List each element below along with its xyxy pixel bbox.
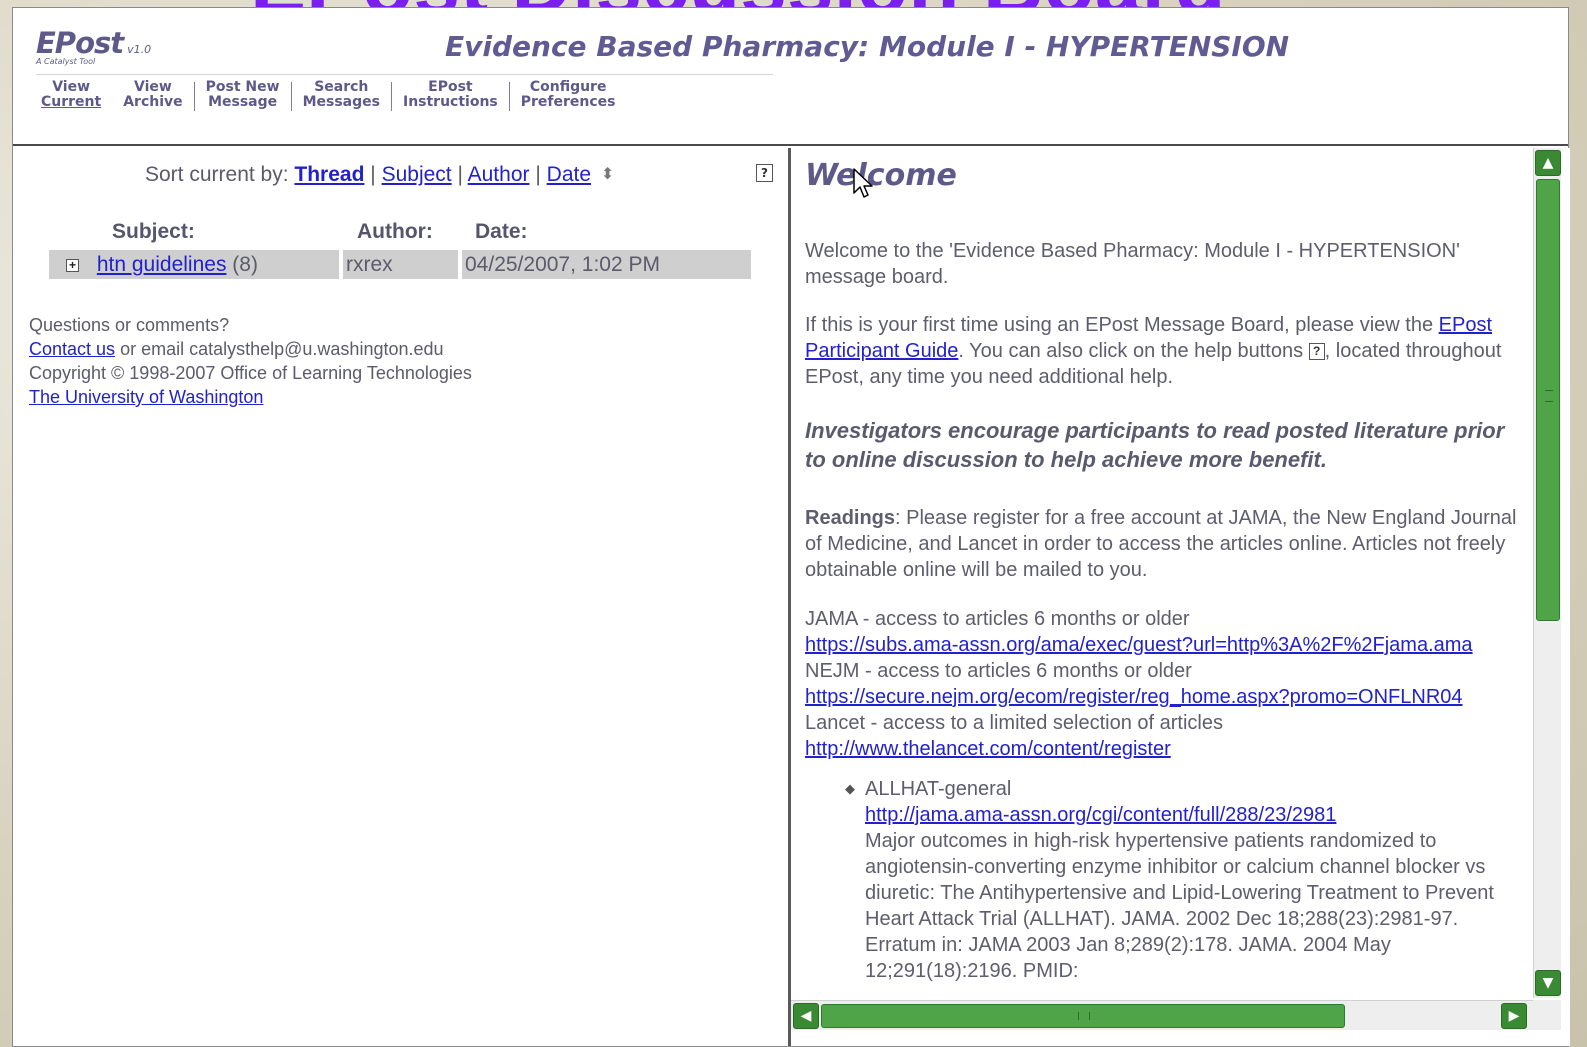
nav-label-line2: Preferences — [520, 94, 616, 110]
nav-view-current[interactable]: View Current — [30, 80, 112, 110]
contact-us-link[interactable]: Contact us — [29, 339, 115, 359]
footer-copyright: Copyright © 1998-2007 Office of Learning… — [29, 363, 472, 383]
thread-message-count: (8) — [232, 253, 258, 276]
horizontal-scrollbar[interactable]: ◀ ▶ — [791, 1000, 1533, 1030]
author-cell: rxrex — [343, 250, 458, 279]
grip-icon — [1545, 390, 1553, 402]
readings-label: Readings — [805, 507, 896, 529]
scroll-down-arrow-icon[interactable]: ▼ — [1535, 970, 1561, 996]
message-view-frame: Welcome Welcome to the 'Evidence Based P… — [791, 148, 1570, 1046]
resource-label: JAMA - access to articles 6 months or ol… — [805, 608, 1190, 630]
horizontal-scroll-thumb[interactable] — [821, 1004, 1345, 1028]
thread-list-frame: Sort current by: Thread | Subject | Auth… — [13, 148, 789, 1046]
browser-window: EPost v1.0 A Catalyst Tool Evidence Based… — [12, 7, 1570, 1047]
nav-post-new-message[interactable]: Post New Message — [195, 80, 291, 110]
nav-search-messages[interactable]: Search Messages — [292, 80, 391, 110]
university-link[interactable]: The University of Washington — [29, 387, 263, 407]
nav-label-line2: Messages — [302, 94, 380, 110]
scroll-left-arrow-icon[interactable]: ◀ — [793, 1003, 819, 1029]
column-header-author[interactable]: Author: — [357, 220, 433, 244]
help-icon[interactable]: ? — [756, 164, 773, 182]
first-time-paragraph: If this is your first time using an EPos… — [805, 312, 1531, 390]
footer-email-text: or email catalysthelp@u.washington.edu — [120, 339, 444, 359]
sort-by-thread-link[interactable]: Thread — [294, 163, 364, 186]
logo-name: EPost — [36, 26, 124, 60]
table-row: + htn guidelines (8) rxrex 04/25/2007, 1… — [49, 250, 751, 280]
header-frame: EPost v1.0 A Catalyst Tool Evidence Based… — [13, 8, 1568, 146]
logo-version: v1.0 — [127, 43, 152, 56]
first-time-text-b: . You can also click on the help buttons — [958, 340, 1304, 362]
lancet-register-link[interactable]: http://www.thelancet.com/content/registe… — [805, 738, 1171, 760]
nav-label-line2: Message — [208, 94, 278, 110]
date-cell: 04/25/2007, 1:02 PM — [462, 250, 751, 279]
nav-label-line1: Configure — [529, 79, 607, 95]
epost-logo[interactable]: EPost v1.0 A Catalyst Tool — [36, 26, 151, 66]
sort-by-author-link[interactable]: Author — [468, 163, 530, 186]
scroll-right-arrow-icon[interactable]: ▶ — [1501, 1003, 1527, 1029]
article-title: ALLHAT-general — [865, 778, 1012, 800]
nav-label-line2: Instructions — [402, 94, 498, 110]
nav-configure-preferences[interactable]: Configure Preferences — [510, 80, 627, 110]
sort-separator: | — [457, 163, 463, 186]
vertical-scrollbar[interactable]: ▲ ▼ — [1533, 148, 1561, 998]
sort-prefix: Sort current by: — [145, 163, 289, 186]
sort-order-icon[interactable]: ⬍ — [601, 164, 614, 184]
first-time-text-a: If this is your first time using an EPos… — [805, 314, 1434, 336]
article-citation: Major outcomes in high-risk hypertensive… — [865, 830, 1494, 982]
help-icon: ? — [1308, 343, 1325, 360]
nav-label-line1: EPost — [428, 79, 473, 95]
nav-label-line2: Current — [41, 94, 102, 110]
logo-tagline: A Catalyst Tool — [36, 57, 96, 66]
sort-separator: | — [535, 163, 541, 186]
mouse-pointer-icon — [853, 168, 873, 198]
nav-view-archive[interactable]: View Archive — [112, 80, 193, 110]
welcome-title: Welcome — [805, 158, 957, 193]
nav-divider — [36, 74, 773, 75]
column-header-date[interactable]: Date: — [475, 220, 528, 244]
main-nav: View Current View Archive Post New Messa… — [30, 80, 627, 111]
scrollbar-corner — [1533, 1000, 1561, 1030]
expand-plus-icon[interactable]: + — [66, 259, 79, 272]
vertical-scroll-thumb[interactable] — [1536, 179, 1560, 621]
readings-paragraph: Readings: Please register for a free acc… — [805, 505, 1531, 583]
footer-contact-line: Contact us or email catalysthelp@u.washi… — [29, 337, 472, 361]
scroll-up-arrow-icon[interactable]: ▲ — [1535, 150, 1561, 176]
investigators-note: Investigators encourage participants to … — [805, 418, 1505, 472]
left-footer: Questions or comments? Contact us or ema… — [29, 313, 472, 409]
sort-separator: | — [370, 163, 376, 186]
thread-subject-link[interactable]: htn guidelines — [97, 253, 227, 276]
nav-label-line2: Archive — [123, 94, 183, 110]
nav-label-line1: Post New — [205, 79, 280, 95]
resource-label: Lancet - access to a limited selection o… — [805, 712, 1223, 734]
bullet-icon: ◆ — [845, 781, 855, 796]
sort-by-date-link[interactable]: Date — [547, 163, 591, 186]
nav-label-line1: View — [134, 79, 172, 95]
welcome-intro: Welcome to the 'Evidence Based Pharmacy:… — [805, 240, 1460, 288]
sort-by-subject-link[interactable]: Subject — [382, 163, 452, 186]
sort-bar: Sort current by: Thread | Subject | Auth… — [145, 163, 614, 187]
resource-list: JAMA - access to articles 6 months or ol… — [805, 606, 1565, 762]
resource-label: NEJM - access to articles 6 months or ol… — [805, 660, 1192, 682]
nav-epost-instructions[interactable]: EPost Instructions — [392, 80, 509, 110]
readings-text: : Please register for a free account at … — [805, 507, 1517, 581]
grip-icon — [1078, 1012, 1090, 1020]
footer-question: Questions or comments? — [29, 315, 230, 335]
nejm-register-link[interactable]: https://secure.nejm.org/ecom/register/re… — [805, 686, 1463, 708]
subject-cell: + htn guidelines (8) — [49, 250, 339, 279]
list-item: ◆ ALLHAT-general http://jama.ama-assn.or… — [845, 776, 1531, 984]
board-title: Evidence Based Pharmacy: Module I - HYPE… — [445, 30, 1290, 63]
nav-label-line1: Search — [314, 79, 369, 95]
allhat-article-link[interactable]: http://jama.ama-assn.org/cgi/content/ful… — [865, 804, 1336, 826]
column-header-subject[interactable]: Subject: — [112, 220, 195, 244]
nav-label-line1: View — [52, 79, 91, 95]
jama-register-link[interactable]: https://subs.ama-assn.org/ama/exec/guest… — [805, 634, 1473, 656]
